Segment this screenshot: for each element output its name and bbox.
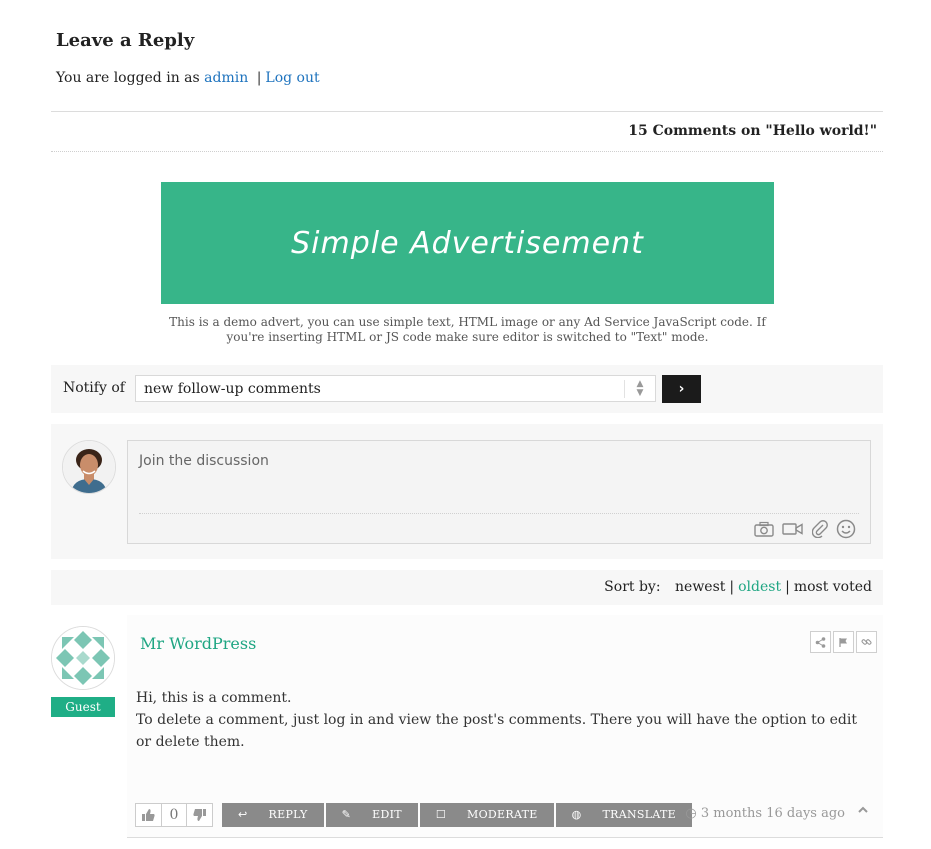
leave-reply-title: Leave a Reply: [56, 30, 195, 51]
divider: [51, 111, 883, 112]
comment-author-name[interactable]: Mr WordPress: [140, 634, 256, 653]
comment-top-actions: [810, 631, 877, 653]
clock-icon: ◷: [685, 806, 697, 821]
translate-button[interactable]: ◍ TRANSLATE: [555, 803, 692, 827]
comment-textarea[interactable]: Join the discussion: [127, 440, 871, 544]
smiley-icon[interactable]: [836, 519, 856, 543]
comment-time[interactable]: ◷ 3 months 16 days ago: [685, 806, 845, 821]
sort-label: Sort by:: [604, 579, 661, 595]
attachment-icon[interactable]: [811, 520, 828, 542]
advertisement-banner[interactable]: Simple Advertisement: [161, 182, 774, 304]
logout-link[interactable]: Log out: [265, 70, 319, 86]
edit-label: EDIT: [364, 808, 410, 821]
editor-toolbar: [754, 519, 856, 543]
comment-bottom-divider: [127, 837, 883, 838]
admin-user-link[interactable]: admin: [204, 70, 248, 86]
comment-text-line: Hi, this is a comment.: [136, 690, 292, 706]
chevron-up-icon[interactable]: [857, 804, 873, 824]
camera-icon[interactable]: [754, 521, 774, 541]
reply-button[interactable]: ↩ REPLY: [222, 803, 324, 827]
editor-divider: [139, 513, 859, 514]
comment-action-buttons: ↩ REPLY ✎ EDIT ☐ MODERATE ◍ TRANSLATE: [222, 803, 692, 827]
video-icon[interactable]: [782, 521, 804, 541]
edit-square-icon: ☐: [427, 808, 455, 821]
logged-in-prefix: You are logged in as: [56, 70, 200, 86]
comments-count-heading: 15 Comments on "Hello world!": [628, 123, 877, 139]
advertisement-note: This is a demo advert, you can use simpl…: [169, 315, 766, 344]
logged-in-line: You are logged in as admin | Log out: [56, 70, 320, 86]
moderate-label: MODERATE: [459, 808, 546, 821]
share-icon[interactable]: [810, 631, 831, 653]
vote-box: 0: [135, 803, 213, 827]
comment-editor-block: Join the discussion: [51, 424, 883, 559]
advertisement-banner-text: Simple Advertisement: [291, 225, 644, 261]
divider-dotted: [51, 151, 883, 152]
edit-button[interactable]: ✎ EDIT: [325, 803, 418, 827]
globe-icon: ◍: [563, 808, 590, 821]
link-icon[interactable]: [856, 631, 877, 653]
notify-bar: Notify of new follow-up comments ▲ ▼ ›: [51, 365, 883, 413]
comment-footer: 0 ↩ REPLY ✎ EDIT ☐ MODERATE ◍ TRANSLATE ◷ 3 …: [135, 803, 883, 827]
sort-most-voted-link[interactable]: most voted: [794, 579, 872, 595]
sort-bar: Sort by: newest | oldest | most voted: [51, 570, 883, 605]
thumbs-down-icon[interactable]: [187, 804, 212, 826]
current-user-avatar: [62, 440, 116, 494]
separator: |: [256, 70, 262, 86]
notify-label: Notify of: [63, 380, 125, 396]
comment-card: Mr WordPress Hi, this is a comment. To d…: [127, 615, 883, 838]
guest-badge: Guest: [51, 697, 115, 717]
comment-placeholder: Join the discussion: [139, 453, 269, 469]
notify-select[interactable]: new follow-up comments ▲ ▼: [135, 375, 656, 402]
reply-icon: ↩: [230, 808, 256, 821]
comment-text-line: To delete a comment, just log in and vie…: [136, 712, 857, 750]
reply-label: REPLY: [260, 808, 316, 821]
comment-time-text: 3 months 16 days ago: [700, 806, 845, 821]
vote-count: 0: [162, 804, 187, 826]
sort-options: Sort by: newest | oldest | most voted: [604, 579, 872, 595]
sort-newest-link[interactable]: newest: [675, 579, 725, 595]
comment-author-avatar: [51, 626, 115, 690]
sort-separator: |: [785, 579, 790, 595]
notify-submit-button[interactable]: ›: [662, 375, 701, 403]
select-arrows-icon: ▲ ▼: [624, 380, 655, 398]
moderate-button[interactable]: ☐ MODERATE: [419, 803, 554, 827]
sort-separator: |: [729, 579, 735, 595]
notify-select-value: new follow-up comments: [144, 381, 321, 397]
pencil-icon: ✎: [333, 808, 360, 821]
comment-text: Hi, this is a comment. To delete a comme…: [136, 687, 876, 753]
translate-label: TRANSLATE: [594, 808, 684, 821]
flag-icon[interactable]: [833, 631, 854, 653]
sort-oldest-link[interactable]: oldest: [738, 579, 781, 595]
thumbs-up-icon[interactable]: [136, 804, 162, 826]
